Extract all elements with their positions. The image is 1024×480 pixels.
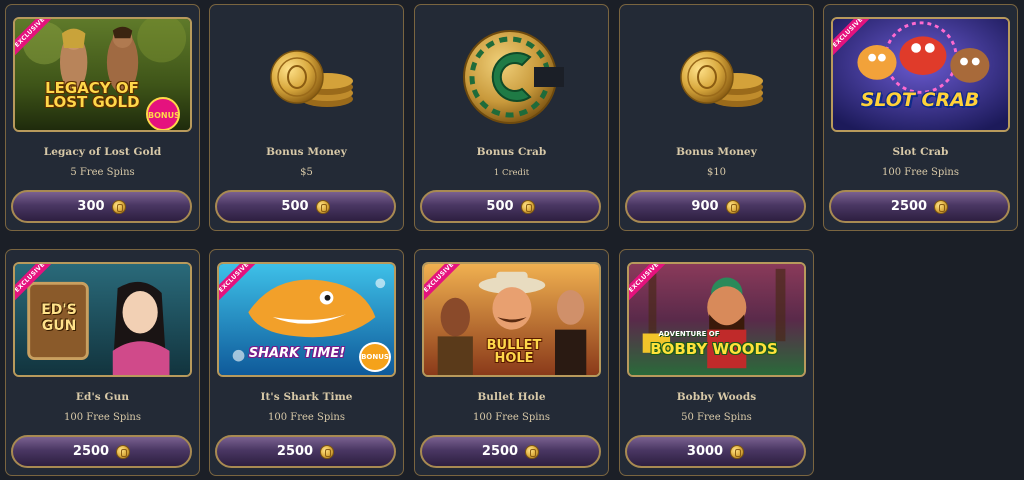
gold-coin-icon	[315, 199, 330, 214]
card-title: Bobby Woods	[676, 391, 757, 403]
shop-card-bullet-hole: BULLET HOLE EXCLUSIVE Bullet Hole 100 Fr…	[414, 249, 609, 476]
crab-game-art	[833, 19, 1008, 130]
card-title: Slot Crab	[892, 146, 949, 158]
buy-button[interactable]: 3000	[625, 435, 806, 468]
card-title: Bonus Money	[676, 146, 757, 158]
gold-coin-icon	[525, 444, 540, 459]
price-label: 2500	[72, 444, 110, 459]
price-label: 2500	[481, 444, 519, 459]
card-subtitle: 1 Credit	[493, 168, 530, 178]
game-thumbnail[interactable]: LEGACY OF LOST GOLD BONUS EXCLUSIVE	[13, 17, 192, 132]
gold-coin-icon	[111, 199, 126, 214]
gold-coin-icon	[320, 444, 335, 459]
buy-button[interactable]: 2500	[11, 435, 192, 468]
gold-coin-stack-icon	[680, 50, 763, 107]
forest-game-art	[629, 264, 804, 375]
game-thumbnail[interactable]: BULLET HOLE EXCLUSIVE	[422, 262, 601, 377]
gold-coin-stack-icon	[270, 50, 353, 107]
gold-coin-icon	[934, 199, 949, 214]
shop-card-slot-crab: SLOT CRAB EXCLUSIVE Slot Crab 100 Free S…	[823, 4, 1018, 231]
buy-button[interactable]: 2500	[829, 190, 1010, 223]
price-label: 3000	[686, 444, 724, 459]
shop-card-bonus-money-10: Bonus Money $10 900	[619, 4, 814, 231]
buy-button[interactable]: 2500	[215, 435, 396, 468]
reward-image[interactable]	[217, 17, 396, 132]
card-title: Bonus Money	[266, 146, 347, 158]
gold-coin-icon	[730, 444, 745, 459]
reward-image[interactable]	[422, 17, 601, 132]
buy-button[interactable]: 2500	[420, 435, 601, 468]
price-label: 2500	[276, 444, 314, 459]
game-logo: BULLET HOLE	[486, 338, 542, 366]
game-thumbnail[interactable]: ADVENTURE OF BOBBY WOODS EXCLUSIVE	[627, 262, 806, 377]
card-subtitle: 50 Free Spins	[681, 412, 752, 423]
game-logo: SHARK TIME!	[248, 346, 346, 361]
card-title: Ed's Gun	[75, 391, 130, 403]
shop-grid: LEGACY OF LOST GOLD BONUS EXCLUSIVE Lega…	[0, 0, 1024, 480]
shop-card-bobby-woods: ADVENTURE OF BOBBY WOODS EXCLUSIVE Bobby…	[619, 249, 814, 476]
card-subtitle: $5	[300, 167, 313, 178]
card-title: It's Shark Time	[260, 391, 353, 403]
price-label: 900	[691, 199, 719, 214]
gold-coin-icon	[116, 444, 131, 459]
card-subtitle: 100 Free Spins	[472, 412, 551, 423]
bonus-tag: BONUS	[146, 97, 180, 130]
price-label: 500	[486, 199, 514, 214]
card-subtitle: 100 Free Spins	[63, 412, 142, 423]
buy-button[interactable]: 500	[215, 190, 396, 223]
reward-image[interactable]	[627, 17, 806, 132]
shop-card-bonus-money-5: Bonus Money $5 500	[209, 4, 404, 231]
game-thumbnail[interactable]: SLOT CRAB EXCLUSIVE	[831, 17, 1010, 132]
card-title: Bonus Crab	[476, 146, 547, 158]
game-thumbnail[interactable]: ED'S GUN EXCLUSIVE	[13, 262, 192, 377]
game-logo: LEGACY OF LOST GOLD	[44, 79, 140, 111]
game-logo: SLOT CRAB	[860, 89, 980, 111]
game-thumbnail[interactable]: SHARK TIME! BONUS EXCLUSIVE	[217, 262, 396, 377]
game-logo: BOBBY WOODS	[650, 340, 778, 358]
card-title: Legacy of Lost Gold	[43, 146, 162, 158]
card-subtitle: 5 Free Spins	[70, 167, 135, 178]
shop-card-its-shark-time: SHARK TIME! BONUS EXCLUSIVE It's Shark T…	[209, 249, 404, 476]
price-label: 2500	[890, 199, 928, 214]
gold-coin-icon	[725, 199, 740, 214]
card-title: Bullet Hole	[477, 391, 546, 403]
buy-button[interactable]: 900	[625, 190, 806, 223]
shop-card-eds-gun: ED'S GUN EXCLUSIVE Ed's Gun 100 Free Spi…	[5, 249, 200, 476]
price-label: 500	[281, 199, 309, 214]
shop-card-bonus-crab: Bonus Crab 1 Credit 500	[414, 4, 609, 231]
price-label: 300	[77, 199, 105, 214]
bonus-tag: BONUS	[359, 342, 391, 372]
card-subtitle: $10	[706, 167, 727, 178]
buy-button[interactable]: 300	[11, 190, 192, 223]
buy-button[interactable]: 500	[420, 190, 601, 223]
crab-coin-icon	[463, 30, 564, 124]
game-logo-top: ADVENTURE OF	[658, 330, 720, 338]
game-logo: ED'S GUN	[41, 302, 77, 334]
card-subtitle: 100 Free Spins	[881, 167, 960, 178]
shop-card-legacy-of-lost-gold: LEGACY OF LOST GOLD BONUS EXCLUSIVE Lega…	[5, 4, 200, 231]
gold-coin-icon	[520, 199, 535, 214]
card-subtitle: 100 Free Spins	[267, 412, 346, 423]
